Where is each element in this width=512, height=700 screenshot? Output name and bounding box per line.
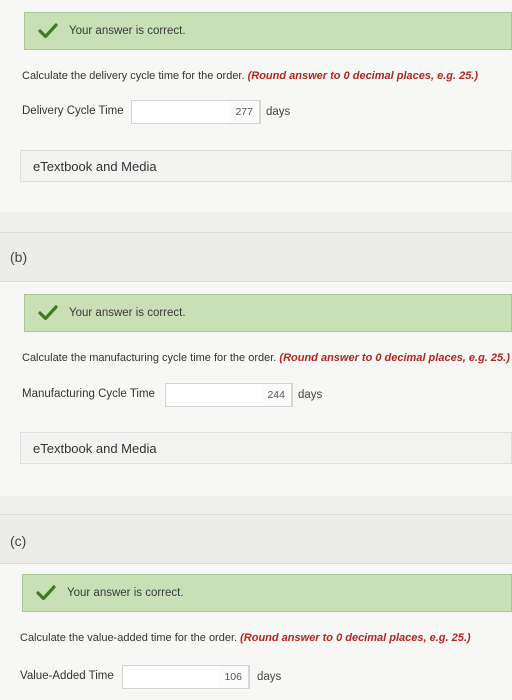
part-label: (c) [10,533,27,549]
correct-message: Your answer is correct. [69,307,186,319]
question-text: Calculate the value-added time for the o… [20,632,471,644]
checkmark-icon [36,585,56,601]
question-prompt: Calculate the value-added time for the o… [20,632,238,644]
unit-label: days [257,671,282,683]
question-text: Calculate the delivery cycle time for th… [22,70,478,82]
correct-banner: Your answer is correct. [24,12,512,50]
part-c-panel: Your answer is correct. Calculate the va… [0,564,512,700]
etextbook-media-link[interactable]: eTextbook and Media [20,432,512,464]
answer-value[interactable]: 277 [229,101,260,123]
answer-input[interactable]: 106 [122,665,250,689]
answer-value[interactable]: 106 [218,666,249,688]
rounding-hint: (Round answer to 0 decimal places, e.g. … [240,632,471,644]
part-a-panel: Your answer is correct. Calculate the de… [0,0,512,212]
checkmark-icon [38,305,58,321]
field-label: Delivery Cycle Time [22,105,124,117]
part-c-header: (c) [0,514,512,564]
question-prompt: Calculate the delivery cycle time for th… [22,70,245,82]
answer-value[interactable]: 244 [261,384,292,406]
rounding-hint: (Round answer to 0 decimal places, e.g. … [247,70,479,82]
question-text: Calculate the manufacturing cycle time f… [22,352,510,364]
question-prompt: Calculate the manufacturing cycle time f… [22,352,277,364]
correct-banner: Your answer is correct. [24,294,512,332]
field-label: Manufacturing Cycle Time [22,388,155,400]
unit-label: days [266,106,291,118]
etextbook-media-link[interactable]: eTextbook and Media [20,150,512,182]
checkmark-icon [38,23,58,39]
answer-input[interactable]: 277 [131,100,261,124]
correct-message: Your answer is correct. [67,587,184,599]
part-label: (b) [10,249,28,265]
unit-label: days [298,389,323,401]
field-label: Value-Added Time [20,670,114,682]
correct-message: Your answer is correct. [69,25,186,37]
correct-banner: Your answer is correct. [22,574,512,612]
rounding-hint: (Round answer to 0 decimal places, e.g. … [279,352,510,364]
answer-input[interactable]: 244 [165,383,293,407]
part-b-panel: Your answer is correct. Calculate the ma… [0,282,512,496]
part-b-header: (b) [0,232,512,282]
